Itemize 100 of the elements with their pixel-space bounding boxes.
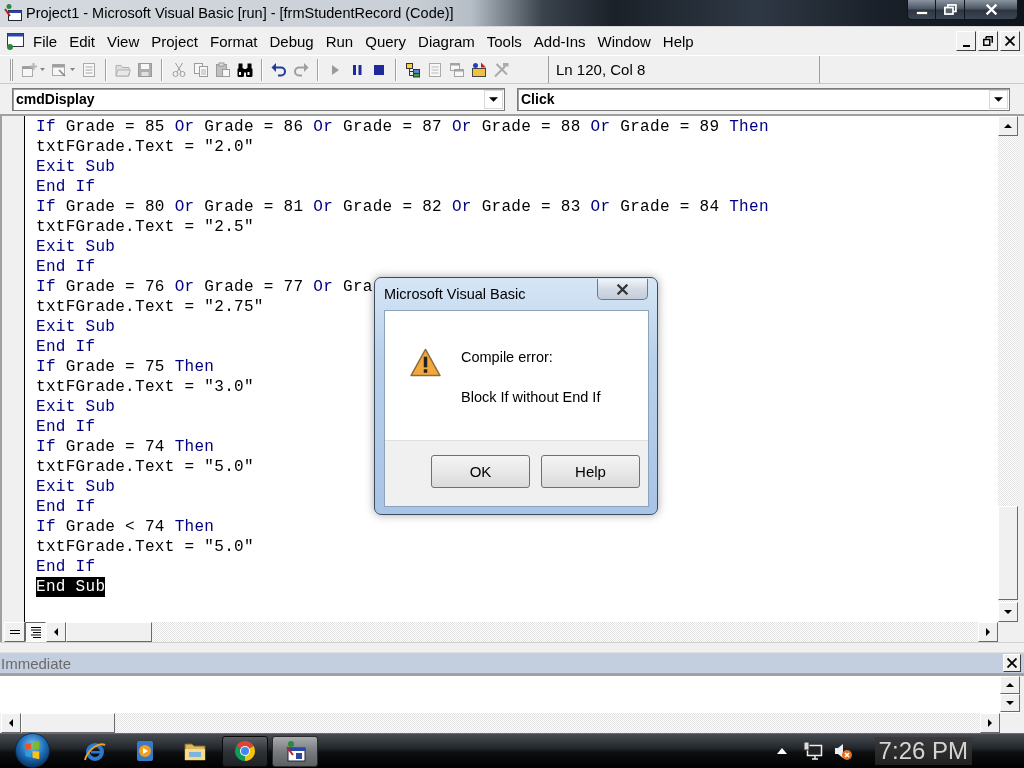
arrow-up-icon (1004, 124, 1012, 128)
undo-icon[interactable] (271, 61, 287, 78)
code-line: Exit Sub (36, 237, 116, 257)
menu-item[interactable]: Run (319, 30, 360, 52)
code-line: txtFGrade.Text = "3.0" (36, 377, 254, 397)
start-orb-icon[interactable] (15, 733, 50, 768)
procedure-view-icon (9, 630, 20, 634)
monitor-icon[interactable] (802, 741, 823, 761)
taskbar-button[interactable] (272, 735, 318, 767)
menu-item[interactable]: Help (656, 30, 700, 52)
dialog-title: Microsoft Visual Basic (384, 286, 526, 302)
arrow-right-icon (986, 628, 990, 636)
close-button[interactable] (597, 279, 648, 300)
menu-item[interactable]: File (27, 30, 64, 52)
immediate-field[interactable] (0, 676, 1000, 713)
module-view-icon (30, 626, 41, 638)
minimize-button[interactable] (907, 0, 936, 20)
scroll-up-button[interactable] (1000, 676, 1020, 694)
code-line: Exit Sub (36, 317, 116, 337)
menu-item[interactable]: View (101, 30, 146, 52)
code-line: End If (36, 557, 96, 577)
code-line: txtFGrade.Text = "2.75" (36, 297, 264, 317)
pane-title: Immediate (0, 654, 72, 672)
speaker-muted-icon[interactable] (832, 741, 853, 761)
color-wheel-icon (233, 739, 257, 763)
code-line: txtFGrade.Text = "2.5" (36, 217, 254, 237)
code-line: txtFGrade.Text = "5.0" (36, 537, 254, 557)
menu-item[interactable]: Edit (63, 30, 102, 52)
dropdown-button[interactable] (989, 89, 1008, 109)
code-line: If Grade = 80 Or Grade = 81 Or Grade = 82 Or Grade = 83 Or Grade = 84 Then (36, 197, 769, 217)
window-title: Project1 - Microsoft Visual Basic [run] - [frmStudentRecord (Code)] (26, 4, 454, 23)
tree-icon[interactable] (405, 61, 421, 78)
caret-down-icon (994, 96, 1003, 102)
menu-item[interactable]: Window (591, 30, 657, 52)
horizontal-scrollbar[interactable] (46, 622, 998, 642)
menu-item[interactable]: Format (203, 30, 264, 52)
code-line: End If (36, 257, 96, 277)
code-line: End If (36, 177, 96, 197)
scroll-down-button[interactable] (998, 602, 1018, 622)
code-line: End If (36, 497, 96, 517)
code-line: txtFGrade.Text = "2.0" (36, 137, 254, 157)
menu-item[interactable]: Tools (480, 30, 528, 52)
vertical-scrollbar[interactable] (1000, 676, 1020, 713)
scroll-down-button[interactable] (1000, 694, 1020, 712)
taskbar-button[interactable] (222, 735, 268, 767)
scrollbar-thumb[interactable] (21, 713, 115, 733)
app-icon (4, 3, 22, 21)
arrow-up-icon (1006, 683, 1014, 687)
object-dropdown[interactable]: cmdDisplay (12, 87, 505, 111)
scroll-right-button[interactable] (978, 622, 998, 642)
code-line: If Grade = 85 Or Grade = 86 Or Grade = 87 Or Grade = 88 Or Grade = 89 Then (36, 117, 769, 137)
code-line: If Grade = 74 Then (36, 437, 215, 457)
caret-down-icon (489, 96, 498, 102)
code-line: End If (36, 417, 96, 437)
dropdown-button[interactable] (484, 89, 503, 109)
code-line: Exit Sub (36, 157, 116, 177)
close-icon (616, 283, 629, 295)
module-view-button[interactable] (25, 622, 46, 642)
scrollbar-thumb[interactable] (998, 506, 1018, 600)
arrow-down-icon (1004, 610, 1012, 614)
arrow-left-icon (54, 628, 58, 636)
restore-icon (943, 4, 957, 15)
menu-item[interactable]: Add-Ins (527, 30, 592, 52)
code-line: txtFGrade.Text = "5.0" (36, 457, 254, 477)
minimize-icon (915, 10, 928, 15)
menu-item[interactable]: Query (359, 30, 413, 52)
procedure-view-button[interactable] (4, 622, 25, 642)
menu-item[interactable]: Debug (263, 30, 320, 52)
close-button[interactable] (965, 0, 1018, 20)
vertical-scrollbar[interactable] (998, 116, 1018, 622)
grip-icon[interactable] (10, 58, 14, 81)
procedure-dropdown[interactable]: Click (517, 87, 1010, 111)
error-heading: Compile error: (461, 348, 553, 366)
code-line: If Grade = 76 Or Grade = 77 Or Gra (36, 277, 373, 297)
close-icon (1005, 36, 1015, 46)
scroll-left-button[interactable] (1, 713, 21, 733)
app-window-icon (283, 739, 307, 763)
close-icon (1007, 658, 1017, 668)
error-message: Block If without End If (461, 388, 601, 406)
scroll-left-button[interactable] (46, 622, 66, 642)
dialog-button[interactable]: OK (431, 455, 530, 488)
scroll-up-button[interactable] (998, 116, 1018, 136)
code-line: Exit Sub (36, 477, 116, 497)
minimize-icon (962, 44, 970, 47)
horizontal-scrollbar[interactable] (1, 713, 1000, 733)
dialog-button[interactable]: Help (541, 455, 640, 488)
menu-item[interactable]: Diagram (412, 30, 481, 52)
arrow-down-icon (1006, 701, 1014, 705)
code-line: Exit Sub (36, 397, 116, 417)
close-icon (984, 4, 998, 15)
scrollbar-thumb[interactable] (66, 622, 152, 642)
arrow-left-icon (9, 719, 13, 727)
scroll-right-button[interactable] (980, 713, 1000, 733)
code-line: If Grade = 75 Then (36, 357, 215, 377)
menu-item[interactable]: Project (145, 30, 204, 52)
caret-up-icon[interactable] (776, 748, 787, 754)
binoculars-icon[interactable] (237, 61, 253, 78)
code-window-icon[interactable] (5, 31, 25, 51)
restore-button[interactable] (936, 0, 965, 20)
shapes-icon[interactable] (471, 61, 487, 78)
